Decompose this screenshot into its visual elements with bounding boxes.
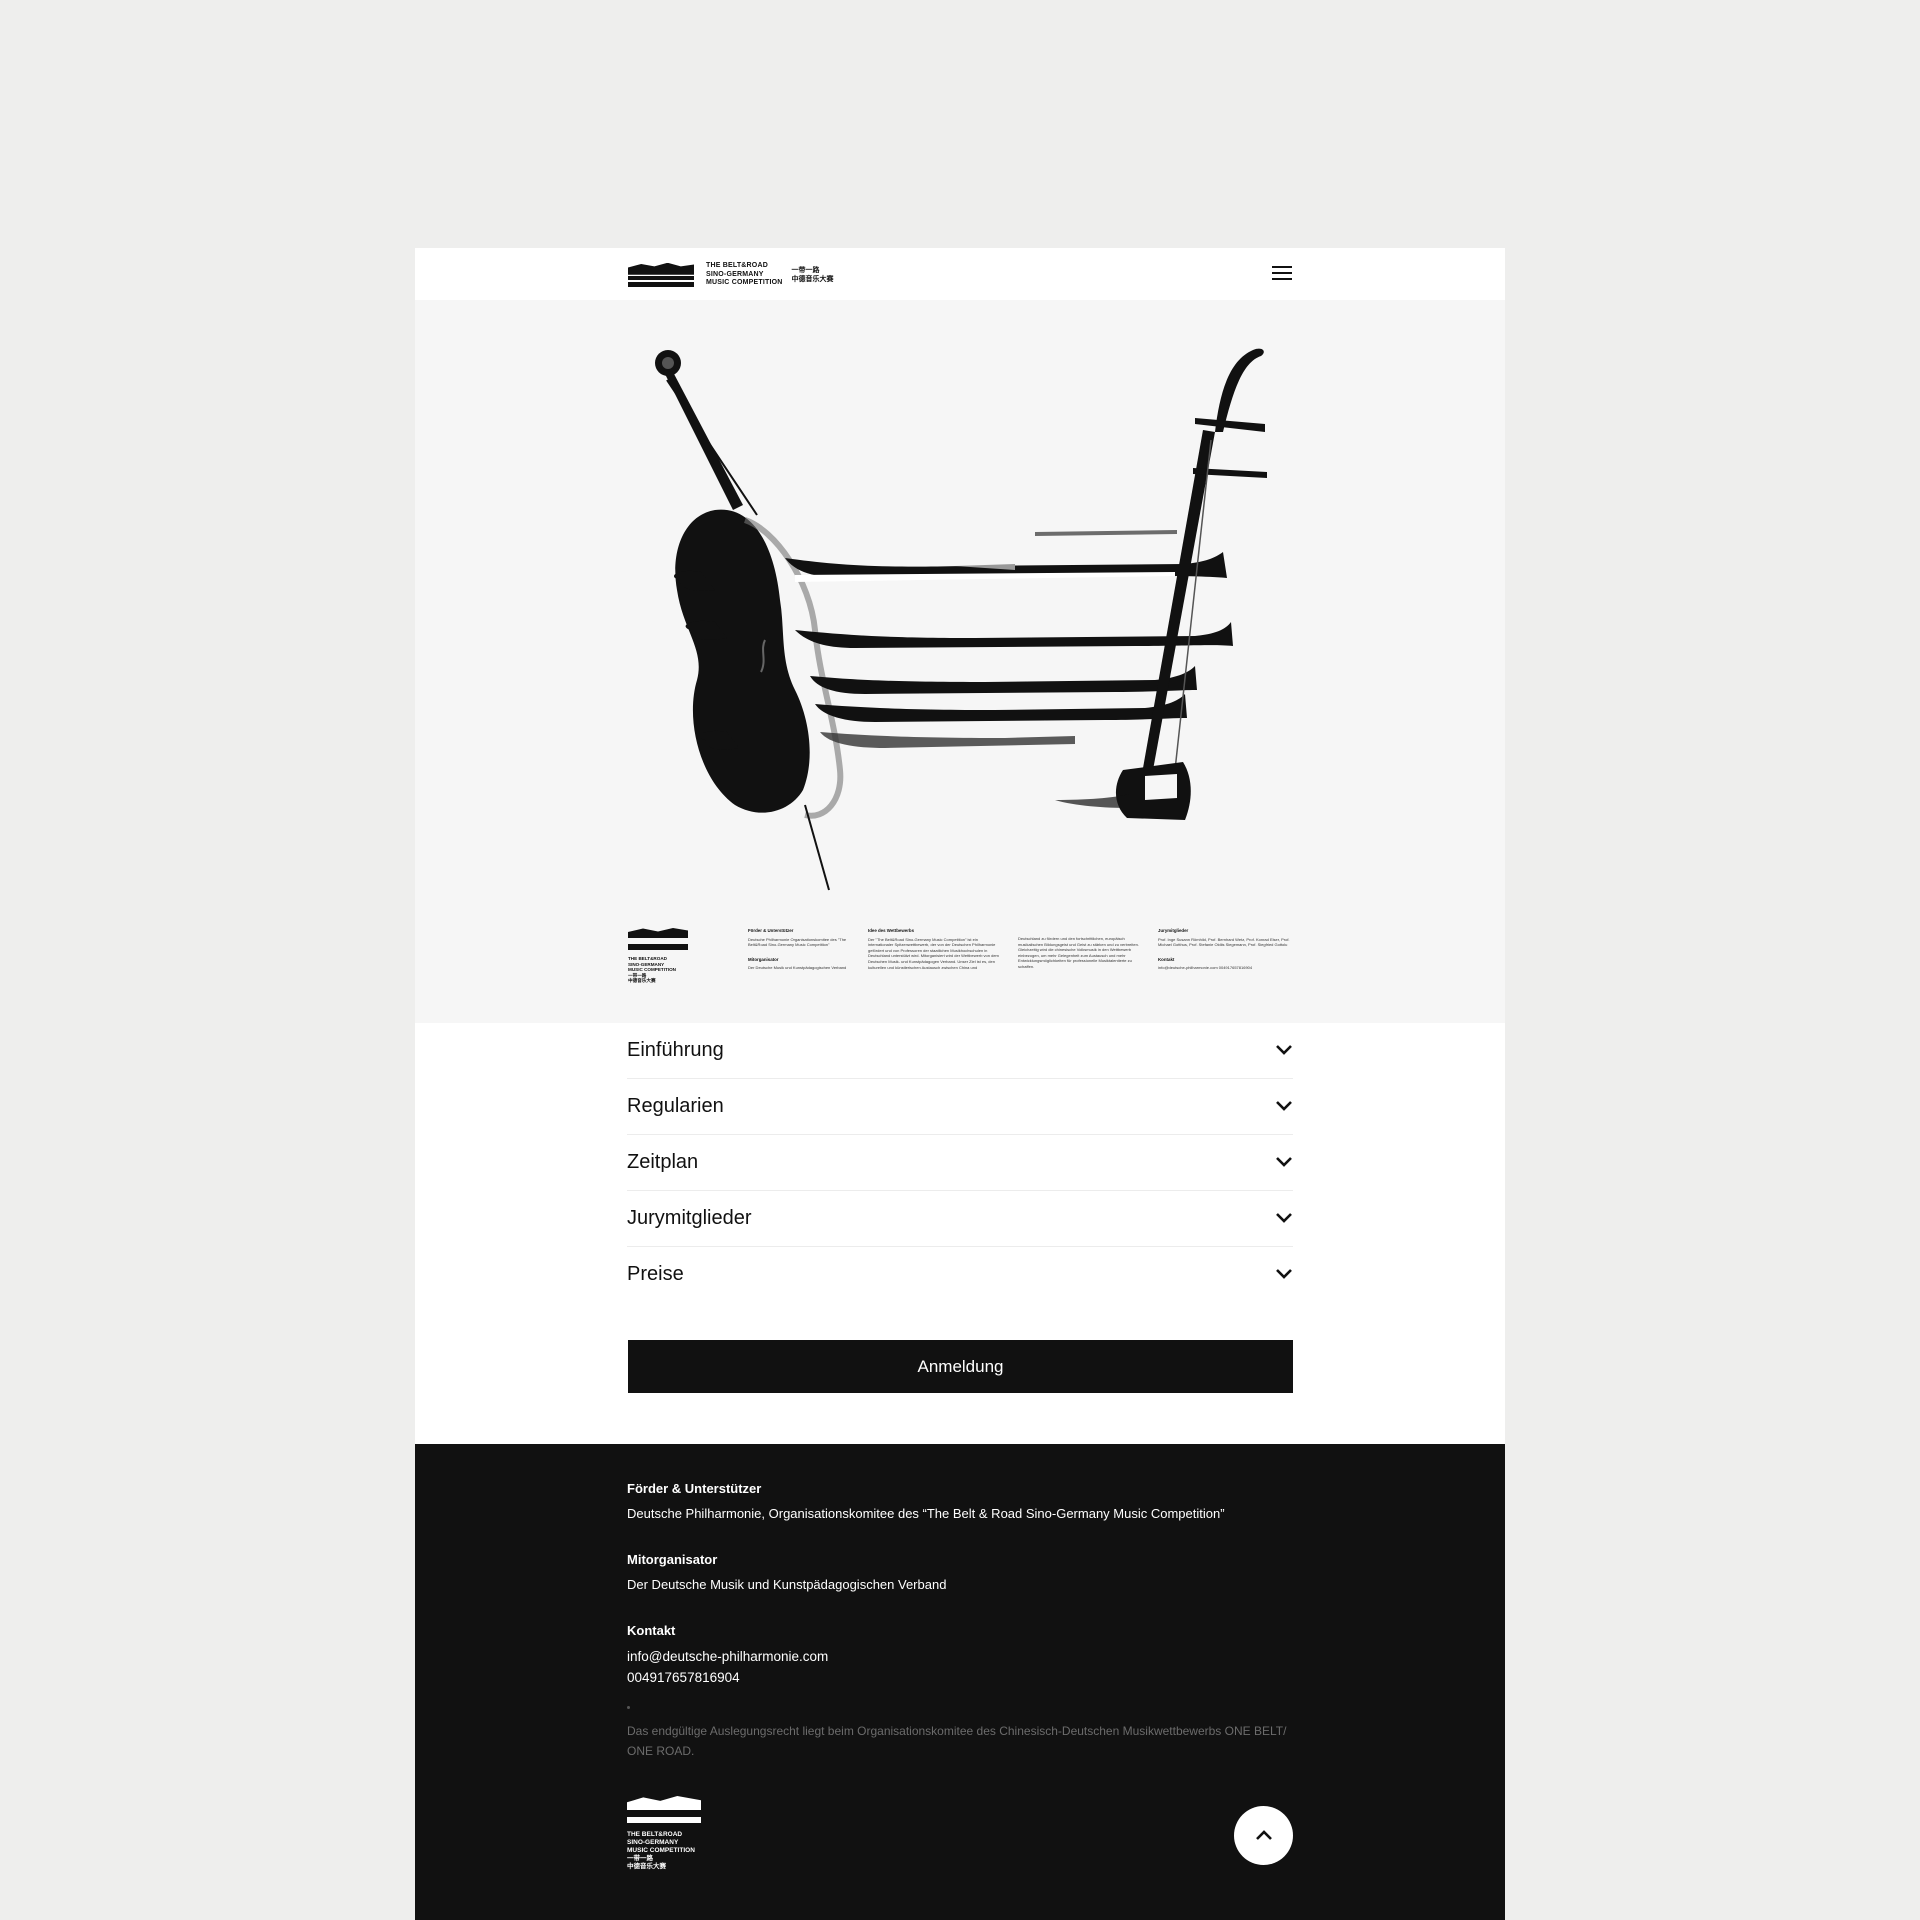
footer-sponsors: Förder & Unterstützer Deutsche Philharmo… — [627, 1481, 1225, 1522]
accordion-zeitplan[interactable]: Zeitplan — [627, 1135, 1293, 1191]
hero-poster: THE BELT&ROAD SINO-GERMANY MUSIC COMPETI… — [415, 300, 1505, 1023]
accordion-label: Preise — [627, 1263, 684, 1285]
back-to-top-button[interactable] — [1234, 1806, 1293, 1865]
footer-coorg-heading: Mitorganisator — [627, 1552, 718, 1567]
site-header: THE BELT&ROAD SINO-GERMANY MUSIC COMPETI… — [415, 248, 1505, 300]
accordion-label: Regularien — [627, 1095, 724, 1117]
footer-sponsor-text: Deutsche Philharmonie, Organisationskomi… — [627, 1506, 1225, 1521]
contact-phone-link[interactable]: 004917657816904 — [627, 1667, 828, 1688]
cello-erhu-illustration — [655, 348, 1267, 891]
footer-sponsor-heading: Förder & Unterstützer — [627, 1481, 762, 1496]
chevron-down-icon — [1276, 1045, 1292, 1055]
chevron-down-icon — [1276, 1213, 1292, 1223]
legal-notice: Das endgültige Auslegungsrecht liegt bei… — [627, 1724, 1287, 1758]
footer-contact-heading: Kontakt — [627, 1623, 676, 1638]
poster-col-jury: Jurymitglieder Prof. Inge Susann Römhild… — [1158, 928, 1290, 971]
poster-col-idea-cont: Deutschland zu fördern und den fortschri… — [1018, 936, 1139, 969]
footer-coorg-text: Der Deutsche Musik und Kunstpädagogische… — [627, 1577, 947, 1592]
chevron-down-icon — [1276, 1101, 1292, 1111]
poster-logo: THE BELT&ROAD SINO-GERMANY MUSIC COMPETI… — [628, 928, 688, 984]
info-accordion: Einführung Regularien Zeitplan Jurymitgl… — [627, 1023, 1293, 1303]
hamburger-icon[interactable] — [1270, 263, 1294, 283]
accordion-preise[interactable]: Preise — [627, 1247, 1293, 1303]
logo-mark-icon — [628, 262, 694, 287]
logo-text-cn: 一带一路 中德音乐大赛 — [791, 266, 834, 283]
chevron-down-icon — [1276, 1269, 1292, 1279]
page: THE BELT&ROAD SINO-GERMANY MUSIC COMPETI… — [415, 248, 1505, 1920]
accordion-regularien[interactable]: Regularien — [627, 1079, 1293, 1135]
site-logo[interactable]: THE BELT&ROAD SINO-GERMANY MUSIC COMPETI… — [628, 262, 834, 288]
poster-col-sponsors: Förder & Unterstützer Deutsche Philharmo… — [748, 928, 847, 971]
logo-text: THE BELT&ROAD SINO-GERMANY MUSIC COMPETI… — [706, 262, 783, 286]
register-button[interactable]: Anmeldung — [628, 1340, 1293, 1393]
chevron-up-icon — [1256, 1830, 1272, 1840]
accordion-jurymitglieder[interactable]: Jurymitglieder — [627, 1191, 1293, 1247]
footer-logo-mark-icon — [627, 1796, 701, 1823]
site-footer: Förder & Unterstützer Deutsche Philharmo… — [415, 1444, 1505, 1920]
contact-email-link[interactable]: info@deutsche-philharmonie.com — [627, 1646, 828, 1667]
chevron-down-icon — [1276, 1157, 1292, 1167]
accordion-label: Jurymitglieder — [627, 1207, 752, 1229]
divider-dot — [627, 1706, 630, 1709]
footer-logo[interactable]: THE BELT&ROAD SINO-GERMANY MUSIC COMPETI… — [627, 1796, 701, 1871]
footer-coorganizer: Mitorganisator Der Deutsche Musik und Ku… — [627, 1552, 946, 1593]
poster-info: THE BELT&ROAD SINO-GERMANY MUSIC COMPETI… — [628, 928, 1293, 1003]
accordion-einfuehrung[interactable]: Einführung — [627, 1023, 1293, 1079]
poster-logo-mark-icon — [628, 928, 688, 950]
accordion-label: Zeitplan — [627, 1151, 699, 1173]
footer-contact: Kontakt info@deutsche-philharmonie.com 0… — [627, 1623, 828, 1688]
accordion-label: Einführung — [627, 1039, 724, 1061]
poster-col-idea: Idee des Wettbewerbs Der "The Belt&Road … — [868, 928, 999, 970]
